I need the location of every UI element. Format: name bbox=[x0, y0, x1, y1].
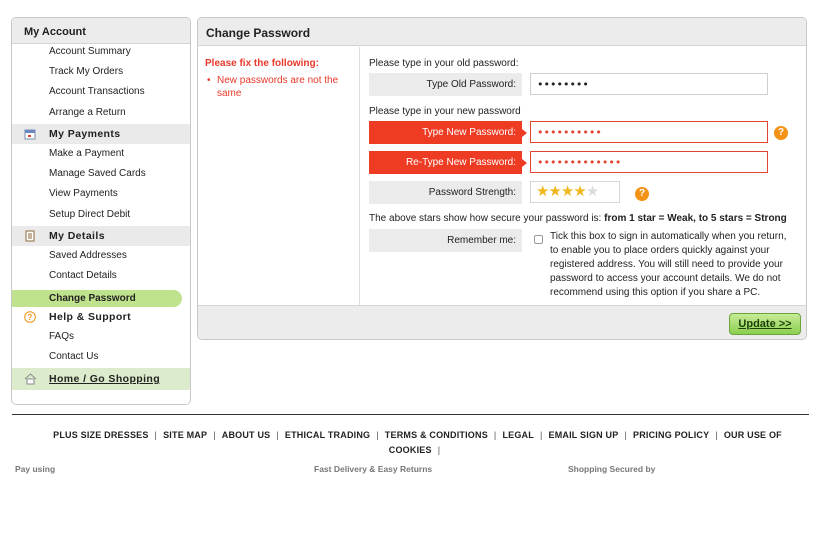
footer-separator: | bbox=[437, 445, 441, 455]
sidebar-item-track-orders[interactable]: Track My Orders bbox=[49, 66, 123, 77]
old-password-field[interactable] bbox=[530, 73, 768, 95]
old-password-prompt: Please type in your old password: bbox=[369, 58, 519, 69]
sidebar-heading-help-label: Help & Support bbox=[49, 311, 132, 323]
footer-link-legal[interactable]: LEGAL bbox=[502, 430, 534, 440]
strength-help-icon[interactable]: ? bbox=[635, 187, 649, 201]
sidebar-item-contact-details[interactable]: Contact Details bbox=[49, 270, 117, 281]
footer-link-pricing-policy[interactable]: PRICING POLICY bbox=[633, 430, 709, 440]
star-filled-icon: ★ bbox=[560, 183, 574, 200]
footer-separator: | bbox=[715, 430, 718, 440]
new-password-prompt: Please type in your new password bbox=[369, 106, 521, 117]
footer-link-site-map[interactable]: SITE MAP bbox=[163, 430, 207, 440]
home-icon bbox=[24, 373, 37, 388]
star-filled-icon: ★ bbox=[573, 183, 586, 200]
sidebar-item-view-payments[interactable]: View Payments bbox=[49, 188, 118, 199]
delivery-label: Fast Delivery & Easy Returns bbox=[314, 464, 433, 474]
secured-label: Shopping Secured by bbox=[568, 464, 656, 474]
home-go-shopping-link[interactable]: Home / Go Shopping bbox=[12, 368, 190, 390]
sidebar-heading-details: My Details bbox=[12, 226, 190, 246]
sidebar-item-contact-us[interactable]: Contact Us bbox=[49, 351, 98, 362]
error-message: New passwords are not the same bbox=[205, 74, 350, 100]
sidebar-item-direct-debit[interactable]: Setup Direct Debit bbox=[49, 209, 130, 220]
old-password-label: Type Old Password: bbox=[369, 73, 522, 96]
sidebar-item-arrange-return[interactable]: Arrange a Return bbox=[49, 107, 126, 118]
footer-separator: | bbox=[624, 430, 627, 440]
remember-me-checkbox[interactable] bbox=[534, 235, 543, 244]
sidebar-item-saved-cards[interactable]: Manage Saved Cards bbox=[49, 168, 146, 179]
footer-separator: | bbox=[276, 430, 279, 440]
footer-separator: | bbox=[493, 430, 497, 440]
footer-divider bbox=[12, 414, 809, 415]
home-go-shopping-label: Home / Go Shopping bbox=[49, 373, 161, 385]
sidebar-item-saved-addresses[interactable]: Saved Addresses bbox=[49, 250, 127, 261]
footer-separator: | bbox=[154, 430, 158, 440]
error-title: Please fix the following: bbox=[205, 58, 319, 69]
panel-footer bbox=[198, 305, 806, 339]
new-password-label: Type New Password: bbox=[369, 121, 527, 144]
strength-note-text: The above stars show how secure your pas… bbox=[369, 213, 605, 224]
star-filled-icon: ★ bbox=[548, 183, 561, 200]
footer-link-terms-conditions[interactable]: TERMS & CONDITIONS bbox=[385, 430, 488, 440]
password-strength-label: Password Strength: bbox=[369, 181, 522, 204]
change-password-panel: Change Password Please fix the following… bbox=[197, 17, 807, 340]
page-title: Change Password bbox=[198, 18, 806, 46]
document-icon bbox=[24, 230, 36, 242]
sidebar-heading-payments-label: My Payments bbox=[49, 128, 121, 140]
star-empty-icon: ★ bbox=[585, 183, 599, 200]
help-icon[interactable]: ? bbox=[774, 126, 788, 140]
retype-password-field[interactable] bbox=[530, 151, 768, 173]
sidebar-heading-help: ? Help & Support bbox=[12, 307, 190, 327]
retype-password-label: Re-Type New Password: bbox=[369, 151, 527, 174]
sidebar-heading-details-label: My Details bbox=[49, 230, 105, 242]
sidebar-heading-payments: My Payments bbox=[12, 124, 190, 144]
svg-text:?: ? bbox=[27, 313, 32, 322]
pay-using-label: Pay using bbox=[15, 464, 56, 474]
footer-link-ethical-trading[interactable]: ETHICAL TRADING bbox=[285, 430, 370, 440]
sidebar-item-change-password[interactable]: Change Password bbox=[12, 290, 182, 307]
sidebar-item-account-transactions[interactable]: Account Transactions bbox=[49, 86, 145, 97]
strength-note-scale: from 1 star = Weak, to 5 stars = Strong bbox=[604, 213, 787, 224]
error-column: Please fix the following: New passwords … bbox=[198, 47, 360, 305]
footer-separator: | bbox=[539, 430, 543, 440]
calendar-icon bbox=[24, 128, 36, 140]
footer-link-plus-size-dresses[interactable]: PLUS SIZE DRESSES bbox=[53, 430, 148, 440]
footer-link-about-us[interactable]: ABOUT US bbox=[222, 430, 271, 440]
footer-separator: | bbox=[376, 430, 379, 440]
footer-links: PLUS SIZE DRESSES | SITE MAP | ABOUT US | ETHI… bbox=[30, 428, 805, 458]
strength-note: The above stars show how secure your pas… bbox=[369, 213, 787, 224]
account-sidebar: My Account Account Summary Track My Orde… bbox=[11, 17, 191, 405]
remember-me-label: Remember me: bbox=[369, 229, 522, 252]
help-circle-icon: ? bbox=[24, 311, 36, 323]
footer-separator: | bbox=[213, 430, 216, 440]
remember-me-description: Tick this box to sign in automatically w… bbox=[550, 231, 787, 298]
sidebar-item-faqs[interactable]: FAQs bbox=[49, 331, 74, 342]
star-filled-icon: ★ bbox=[536, 183, 549, 200]
footer-link-email-sign-up[interactable]: EMAIL SIGN UP bbox=[549, 430, 619, 440]
sidebar-item-account-summary[interactable]: Account Summary bbox=[49, 46, 131, 57]
new-password-field[interactable] bbox=[530, 121, 768, 143]
sidebar-item-make-payment[interactable]: Make a Payment bbox=[49, 148, 124, 159]
password-strength-stars: ★★★★★ bbox=[530, 181, 620, 203]
sidebar-title: My Account bbox=[12, 18, 190, 44]
update-button[interactable]: Update >> bbox=[729, 313, 801, 335]
